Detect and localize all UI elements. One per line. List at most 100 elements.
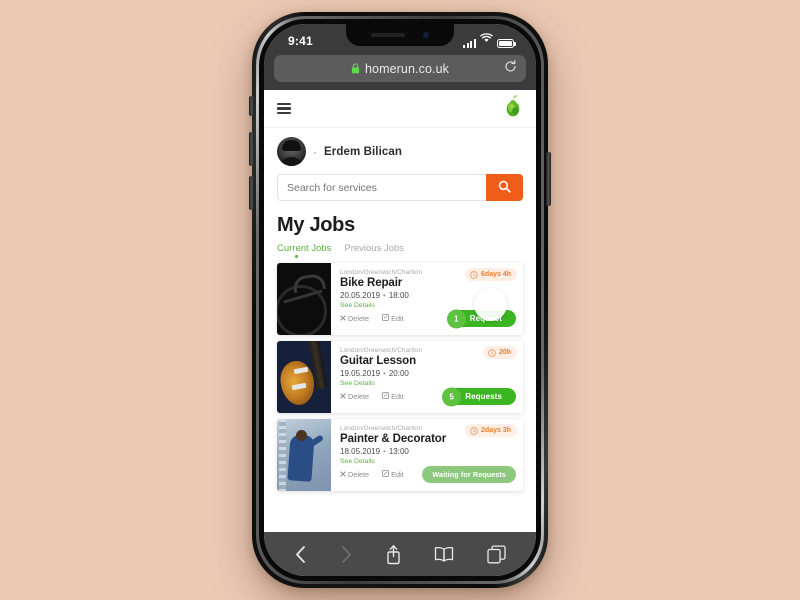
job-list: London/Greenwich/Charlton Bike Repair 20… <box>264 258 536 491</box>
job-card[interactable]: London/Greenwich/Charlton Bike Repair 20… <box>277 263 523 335</box>
edit-label: Edit <box>391 470 404 479</box>
delete-job-button[interactable]: Delete <box>340 470 369 479</box>
tab-current-jobs[interactable]: Current Jobs <box>277 243 331 258</box>
request-count-badge: 1 <box>446 309 466 328</box>
power-button[interactable] <box>546 152 551 206</box>
see-details-link[interactable]: See Details <box>340 458 515 465</box>
app-header <box>264 90 536 128</box>
notch <box>346 24 454 46</box>
tab-previous-jobs[interactable]: Previous Jobs <box>344 243 404 258</box>
tabs-button[interactable] <box>487 544 506 564</box>
job-datetime: 20.05.2019 • 18:00 <box>340 291 515 300</box>
close-x-icon <box>340 470 346 479</box>
search-input[interactable] <box>277 174 486 201</box>
job-tabs: Current Jobs Previous Jobs <box>264 237 536 258</box>
job-card-body: London/Greenwich/Charlton Painter & Deco… <box>331 419 523 491</box>
job-time-remaining-badge: 2days 3h <box>465 424 517 437</box>
request-button-label: Request <box>469 314 502 323</box>
hamburger-menu-icon[interactable] <box>277 103 291 114</box>
close-x-icon <box>340 314 346 323</box>
job-datetime: 19.05.2019 • 20:00 <box>340 369 515 378</box>
job-thumbnail-bike <box>277 263 331 335</box>
profile-row[interactable]: · Erdem Bilican <box>264 128 536 172</box>
status-time: 9:41 <box>288 34 313 48</box>
silent-switch[interactable] <box>249 96 254 116</box>
job-time-remaining-text: 2days 3h <box>481 427 511 434</box>
share-button[interactable] <box>385 544 402 565</box>
job-card-body: London/Greenwich/Charlton Bike Repair 20… <box>331 263 523 335</box>
job-requests-button[interactable]: 5 Requests <box>442 387 516 406</box>
safari-toolbar <box>264 532 536 576</box>
job-date: 20.05.2019 <box>340 291 381 300</box>
status-bar: 9:41 <box>264 24 536 50</box>
web-page-content: · Erdem Bilican My Jobs Current Jobs Pre… <box>264 90 536 532</box>
edit-job-button[interactable]: Edit <box>382 470 404 479</box>
bookmarks-button[interactable] <box>434 546 454 562</box>
see-details-link[interactable]: See Details <box>340 380 515 387</box>
profile-separator: · <box>313 144 317 159</box>
job-time-remaining-badge: 6days 4h <box>465 268 517 281</box>
job-date: 18.05.2019 <box>340 447 381 456</box>
job-meta-separator: • <box>383 447 386 456</box>
job-meta-separator: • <box>383 369 386 378</box>
clock-icon <box>470 266 478 284</box>
job-time: 20:00 <box>388 369 409 378</box>
wifi-icon <box>480 30 493 48</box>
pear-logo-icon[interactable] <box>503 94 523 123</box>
close-x-icon <box>340 392 346 401</box>
lock-icon <box>351 63 360 74</box>
avatar <box>277 137 306 166</box>
delete-label: Delete <box>348 314 370 323</box>
edit-label: Edit <box>391 392 404 401</box>
job-thumbnail-guitar <box>277 341 331 413</box>
job-datetime: 18.05.2019 • 13:00 <box>340 447 515 456</box>
search-icon <box>498 180 511 196</box>
url-text: homerun.co.uk <box>365 61 449 76</box>
job-time: 13:00 <box>388 447 409 456</box>
battery-icon <box>497 39 516 48</box>
profile-name: Erdem Bilican <box>324 145 402 158</box>
pencil-edit-icon <box>382 392 389 401</box>
edit-label: Edit <box>391 314 404 323</box>
clock-icon <box>470 422 478 440</box>
front-camera <box>423 32 429 38</box>
job-waiting-button[interactable]: Waiting for Requests <box>422 466 516 483</box>
waiting-button-label: Waiting for Requests <box>432 470 506 479</box>
page-title: My Jobs <box>277 214 355 236</box>
job-card-body: London/Greenwich/Charlton Guitar Lesson … <box>331 341 523 413</box>
edit-job-button[interactable]: Edit <box>382 314 404 323</box>
url-bar[interactable]: homerun.co.uk <box>274 55 526 82</box>
browser-url-bar-area: homerun.co.uk <box>264 50 536 90</box>
search-row <box>264 172 536 201</box>
reload-icon[interactable] <box>504 59 517 78</box>
earpiece-speaker <box>371 33 405 37</box>
job-time-remaining-badge: 20h <box>482 344 517 362</box>
job-date: 19.05.2019 <box>340 369 381 378</box>
clock-icon <box>488 344 496 362</box>
delete-job-button[interactable]: Delete <box>340 392 369 401</box>
pencil-edit-icon <box>382 470 389 479</box>
delete-label: Delete <box>348 470 370 479</box>
job-card[interactable]: London/Greenwich/Charlton Guitar Lesson … <box>277 341 523 413</box>
phone-screen: 9:41 homerun.co.uk · Erdem Bilican Searc… <box>264 24 536 576</box>
edit-job-button[interactable]: Edit <box>382 392 404 401</box>
job-card[interactable]: London/Greenwich/Charlton Painter & Deco… <box>277 419 523 491</box>
job-time: 18:00 <box>388 291 409 300</box>
job-time-remaining-text: 6days 4h <box>481 271 511 278</box>
back-button[interactable] <box>294 545 307 564</box>
volume-up-button[interactable] <box>249 132 254 166</box>
job-time-remaining-text: 20h <box>498 349 511 356</box>
forward-button <box>340 545 353 564</box>
request-count-badge: 5 <box>442 387 462 406</box>
see-details-link[interactable]: See Details <box>340 302 515 309</box>
delete-job-button[interactable]: Delete <box>340 314 369 323</box>
cellular-signal-icon <box>462 39 476 48</box>
job-meta-separator: • <box>383 291 386 300</box>
requests-button-label: Requests <box>465 392 502 401</box>
status-icons <box>462 30 518 48</box>
job-thumbnail-painter <box>277 419 331 491</box>
volume-down-button[interactable] <box>249 176 254 210</box>
search-button[interactable] <box>486 174 523 201</box>
job-request-button[interactable]: 1 Request <box>446 309 516 328</box>
delete-label: Delete <box>348 392 370 401</box>
